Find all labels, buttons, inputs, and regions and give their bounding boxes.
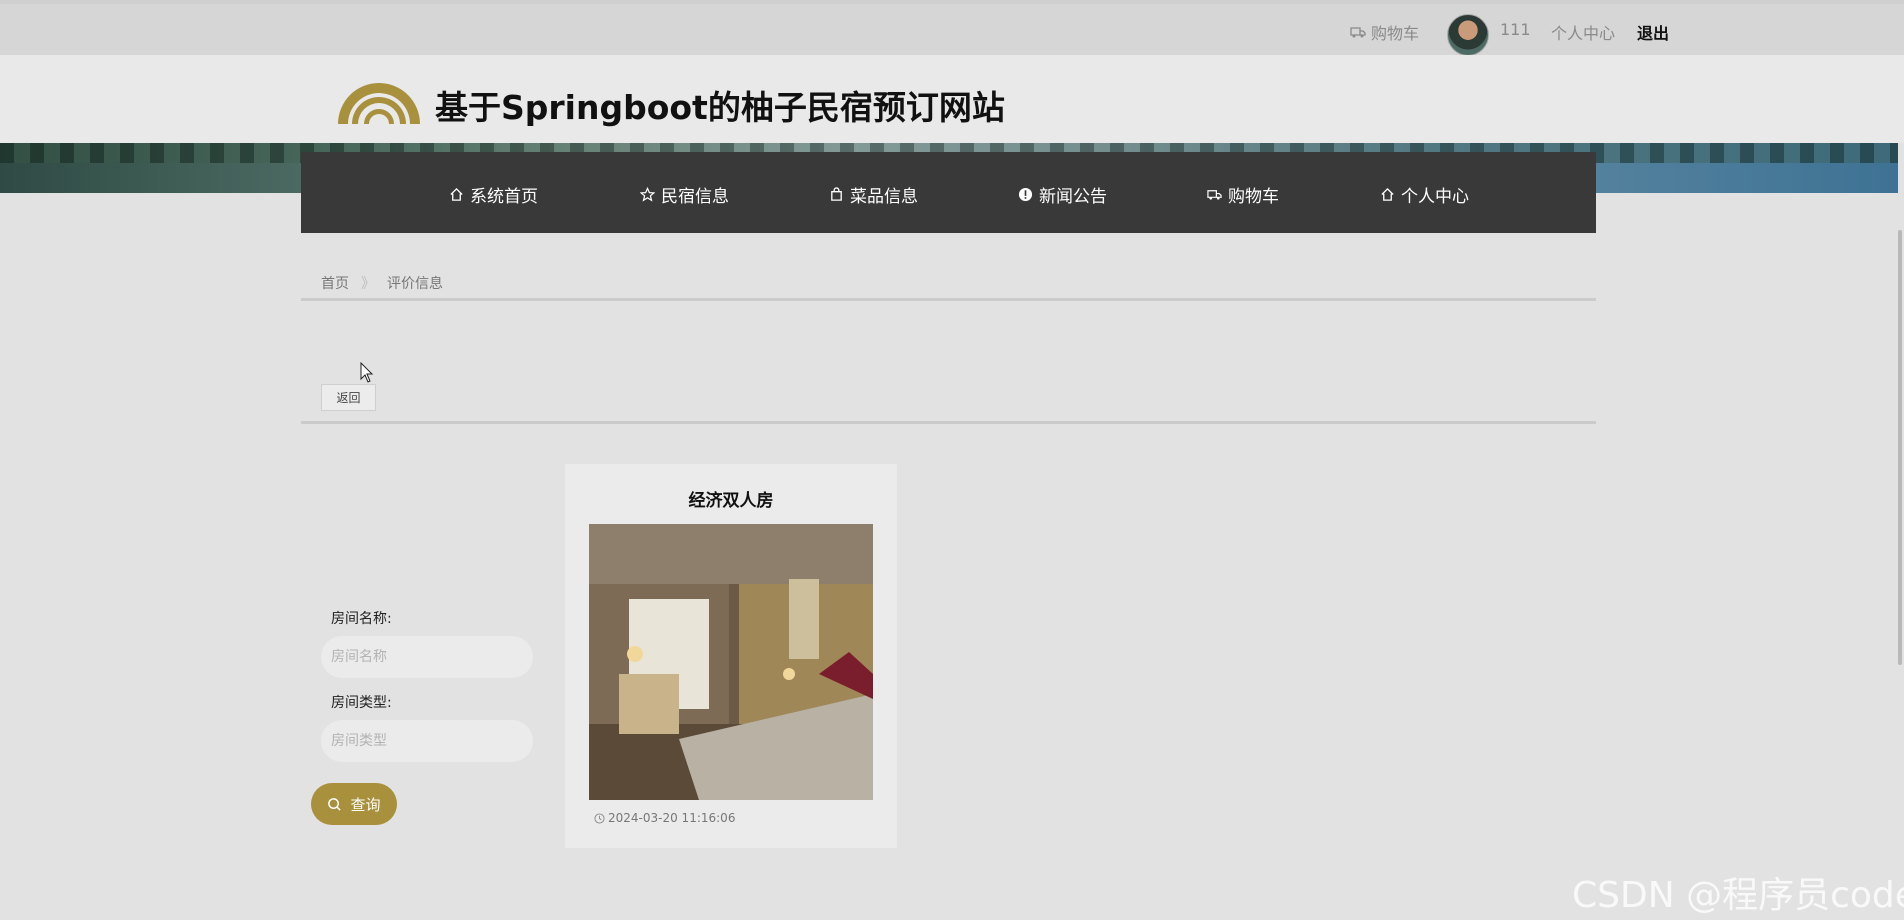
room-card[interactable]: 经济双人房 2024-03-20 11:16:06 (565, 464, 897, 848)
breadcrumb-separator: 》 (361, 276, 375, 292)
nav-item-homestay[interactable]: 民宿信息 (640, 182, 729, 207)
room-name-input[interactable] (321, 636, 533, 678)
breadcrumb-current: 评价信息 (387, 276, 443, 292)
site-header: 基于Springboot的柚子民宿预订网站 (0, 55, 1904, 143)
star-icon (640, 187, 655, 202)
truck-icon (1350, 27, 1366, 38)
nav-item-label: 个人中心 (1401, 187, 1469, 207)
search-icon (328, 797, 342, 811)
clock-icon (594, 812, 605, 824)
room-type-label: 房间类型: (331, 695, 392, 711)
card-title: 经济双人房 (688, 491, 774, 511)
main-nav: 系统首页 民宿信息 菜品信息 新闻公告 购物车 个人中心 (301, 152, 1596, 233)
room-name-label: 房间名称: (331, 611, 392, 627)
profile-link[interactable]: 个人中心 (1551, 20, 1615, 44)
divider (301, 298, 1596, 301)
logo-icon (338, 83, 420, 124)
card-date-text: 2024-03-20 11:16:06 (608, 811, 736, 825)
search-button-label: 查询 (350, 795, 381, 814)
username: 111 (1500, 20, 1531, 39)
site-title: 基于Springboot的柚子民宿预订网站 (435, 88, 1005, 127)
top-cart-label: 购物车 (1371, 24, 1420, 43)
nav-item-home[interactable]: 系统首页 (449, 182, 538, 207)
room-type-input[interactable] (321, 720, 533, 762)
mouse-cursor-icon (360, 362, 374, 383)
logout-link[interactable]: 退出 (1637, 20, 1669, 44)
nav-item-news[interactable]: 新闻公告 (1018, 182, 1107, 207)
home-icon (1381, 187, 1394, 201)
card-date: 2024-03-20 11:16:06 (594, 811, 735, 825)
nav-item-label: 系统首页 (470, 187, 538, 207)
alert-icon (1018, 187, 1033, 202)
top-cart-link[interactable]: 购物车 (1350, 20, 1419, 44)
truck-icon (1207, 190, 1222, 200)
divider (301, 421, 1596, 424)
nav-item-label: 新闻公告 (1039, 187, 1107, 207)
nav-item-label: 购物车 (1228, 187, 1279, 207)
avatar[interactable] (1447, 14, 1489, 56)
back-button[interactable]: 返回 (321, 384, 376, 411)
nav-item-profile[interactable]: 个人中心 (1380, 182, 1469, 207)
room-photo[interactable] (589, 524, 873, 800)
scrollbar[interactable] (1898, 230, 1902, 665)
nav-item-label: 民宿信息 (661, 187, 729, 207)
watermark: CSDN @程序员code (1572, 875, 1904, 916)
bag-icon (831, 187, 842, 201)
nav-item-dishes[interactable]: 菜品信息 (829, 182, 918, 207)
breadcrumb: 首页 》 评价信息 (321, 273, 443, 293)
breadcrumb-home[interactable]: 首页 (321, 273, 349, 293)
search-button[interactable]: 查询 (311, 783, 397, 825)
top-bar: 购物车 111 个人中心 退出 (0, 0, 1904, 56)
home-icon (450, 187, 463, 201)
nav-item-cart[interactable]: 购物车 (1207, 182, 1279, 207)
nav-item-label: 菜品信息 (850, 187, 918, 207)
